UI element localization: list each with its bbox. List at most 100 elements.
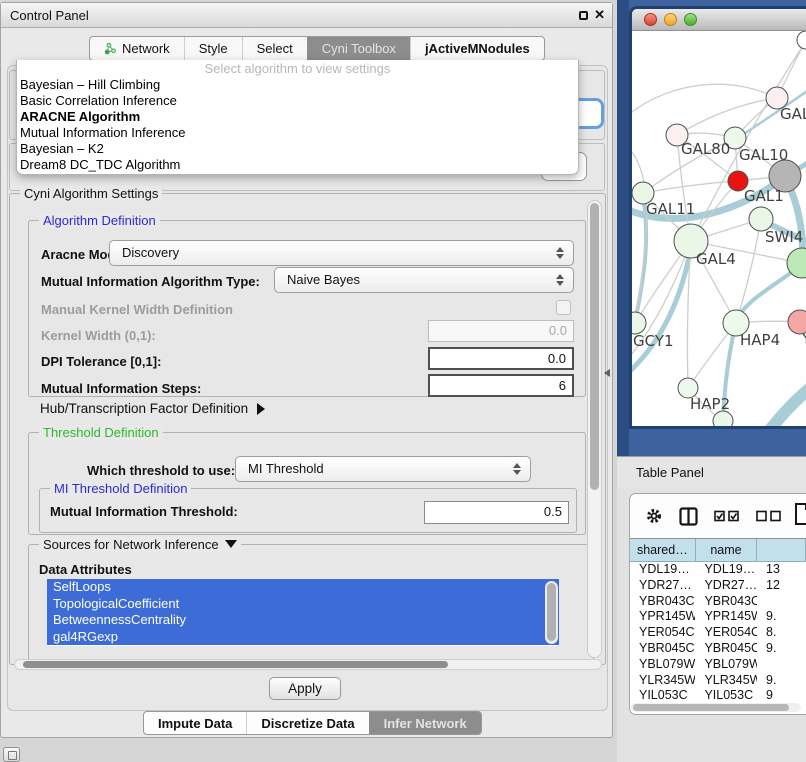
scrollbar-thumb[interactable]: [590, 203, 599, 490]
settings-vertical-scrollbar[interactable]: [587, 200, 602, 658]
tab-select[interactable]: Select: [242, 37, 307, 60]
algorithm-option[interactable]: ARACNE Algorithm: [17, 109, 578, 125]
algorithm-option[interactable]: Bayesian – Hill Climbing: [17, 77, 578, 93]
sources-group-label: Sources for Network Inference: [43, 537, 219, 552]
scrollbar-thumb[interactable]: [547, 583, 556, 641]
checkboxes-unchecked-icon[interactable]: [756, 510, 782, 522]
maximize-traffic-light-icon[interactable]: [684, 13, 697, 26]
table-row[interactable]: YBR045CYBR045C9.: [630, 641, 806, 657]
network-window-titlebar[interactable]: [632, 9, 806, 31]
minimize-traffic-light-icon[interactable]: [664, 13, 677, 26]
node-label: GAL1: [744, 187, 784, 205]
table-row[interactable]: YPR145WYPR145W9.: [630, 609, 806, 625]
network-icon: [104, 42, 117, 55]
attribute-table: shared… name YDL19…YDL19…13YDR27…YDR27…1…: [630, 538, 806, 704]
network-edge: [769, 388, 806, 429]
panel-splitter-arrow-icon[interactable]: [604, 369, 610, 377]
table-row[interactable]: YBL079WYBL079W: [630, 657, 806, 673]
network-canvas[interactable]: GALGAL80GAL10GAL1GAL11SWI4GAL4GCY1HAP4YH…: [632, 31, 806, 429]
algorithm-option[interactable]: Mutual Information Inference: [17, 125, 578, 141]
close-traffic-light-icon[interactable]: [644, 13, 657, 26]
manual-kernel-width-label: Manual Kernel Width Definition: [41, 302, 233, 317]
bottom-tab-infer-network[interactable]: Infer Network: [369, 712, 481, 734]
kernel-width-field[interactable]: 0.0: [428, 320, 574, 342]
network-node[interactable]: [713, 411, 733, 429]
document-icon[interactable]: [794, 502, 806, 526]
which-threshold-combo[interactable]: MI Threshold: [235, 456, 531, 482]
node-label: GAL4: [696, 250, 736, 268]
bottom-tab-impute-data[interactable]: Impute Data: [144, 712, 246, 734]
table-cell: YIL053C: [695, 688, 757, 704]
table-cell: 13: [757, 562, 806, 578]
aracne-mode-value: Discovery: [122, 245, 179, 260]
column-header-name[interactable]: name: [696, 539, 758, 562]
table-row[interactable]: YBR043CYBR043C: [630, 594, 806, 610]
tab-cyni-toolbox[interactable]: Cyni Toolbox: [307, 37, 410, 60]
attributes-scrollbar[interactable]: [545, 581, 558, 644]
sources-group-title[interactable]: Sources for Network Inference: [39, 537, 241, 552]
hub-tf-definition-label: Hub/Transcription Factor Definition: [40, 401, 248, 416]
table-cell: [757, 657, 806, 673]
dpi-tolerance-field[interactable]: 0.0: [428, 347, 574, 370]
checkboxes-checked-icon[interactable]: [714, 510, 740, 522]
control-panel: Control Panel ✕ NetworkStyle Select Cyni T…: [0, 2, 613, 738]
algorithm-option[interactable]: Bayesian – K2: [17, 141, 578, 157]
algorithm-dropdown-placeholder: Select algorithm to view settings: [17, 60, 578, 77]
column-header-clipped[interactable]: [757, 539, 806, 562]
mi-threshold-label: Mutual Information Threshold:: [50, 504, 238, 519]
hub-tf-definition-expander[interactable]: Hub/Transcription Factor Definition: [40, 401, 265, 416]
node-label: GAL80: [681, 140, 730, 158]
table-toolbar: [630, 494, 806, 538]
mi-steps-label: Mutual Information Steps:: [41, 381, 201, 396]
network-node-gcy1[interactable]: [632, 312, 646, 334]
data-attribute-item[interactable]: BetweennessCentrality: [47, 612, 559, 629]
scrollbar-thumb[interactable]: [23, 661, 448, 668]
table-header: shared… name: [630, 539, 806, 562]
column-header-shared-name[interactable]: shared…: [630, 539, 696, 562]
table-row[interactable]: YDL19…YDL19…13: [630, 562, 806, 578]
algorithm-definition-title: Algorithm Definition: [39, 213, 160, 228]
mi-steps-field[interactable]: 6: [428, 374, 574, 397]
algorithm-option[interactable]: Basic Correlation Inference: [17, 93, 578, 109]
close-icon[interactable]: ✕: [594, 7, 605, 23]
mi-threshold-field[interactable]: 0.5: [424, 501, 569, 524]
table-row[interactable]: YIL053CYIL053C9: [630, 688, 806, 704]
manual-kernel-width-checkbox[interactable]: [556, 300, 571, 315]
table-row[interactable]: YER054CYER054C8.: [630, 625, 806, 641]
table-cell: 9.: [757, 641, 806, 657]
mi-algorithm-type-value: Naive Bayes: [287, 272, 360, 287]
data-attribute-item[interactable]: TopologicalCoefficient: [47, 596, 559, 613]
mi-algorithm-type-label: Mutual Information Algorithm Type:: [41, 274, 260, 289]
split-columns-icon[interactable]: [679, 507, 698, 526]
table-row[interactable]: YDR27…YDR27…12: [630, 578, 806, 594]
table-horizontal-scrollbar[interactable]: [631, 703, 801, 712]
settings-horizontal-scrollbar[interactable]: [14, 659, 602, 670]
threshold-definition-title: Threshold Definition: [39, 425, 163, 440]
settings-gear-icon[interactable]: [645, 507, 663, 525]
network-edge: [736, 219, 761, 323]
float-window-icon[interactable]: [579, 11, 588, 20]
algorithm-option[interactable]: Dream8 DC_TDC Algorithm: [17, 157, 578, 173]
tab-label: Select: [257, 37, 293, 60]
table-cell: YBR043C: [695, 594, 757, 610]
network-node[interactable]: [797, 31, 806, 49]
aracne-mode-combo[interactable]: Discovery: [109, 240, 574, 266]
table-cell: YPR145W: [630, 609, 695, 625]
tab-jactivemnodules[interactable]: jActiveMNodules: [410, 37, 544, 60]
table-cell: YER054C: [630, 625, 695, 641]
dock-panel-button[interactable]: [3, 747, 20, 762]
apply-button[interactable]: Apply: [269, 677, 341, 700]
panel-title: Control Panel: [10, 3, 89, 28]
tab-network[interactable]: Network: [90, 37, 184, 60]
sources-group: Sources for Network Inference Data Attri…: [28, 544, 594, 664]
bottom-tab-discretize-data[interactable]: Discretize Data: [246, 712, 368, 734]
table-row[interactable]: YLR345WYLR345W9.: [630, 673, 806, 689]
table-cell: YDR27…: [630, 578, 695, 594]
tab-style[interactable]: Style: [184, 37, 242, 60]
data-attribute-item[interactable]: SelfLoops: [47, 579, 559, 596]
scrollbar-thumb[interactable]: [633, 704, 789, 711]
table-cell: YBR045C: [695, 641, 757, 657]
data-attribute-item[interactable]: gal4RGexp: [47, 629, 559, 646]
control-panel-tabs: NetworkStyle Select Cyni ToolboxjActiveMNo…: [89, 36, 545, 61]
mi-algorithm-type-combo[interactable]: Naive Bayes: [274, 267, 574, 293]
